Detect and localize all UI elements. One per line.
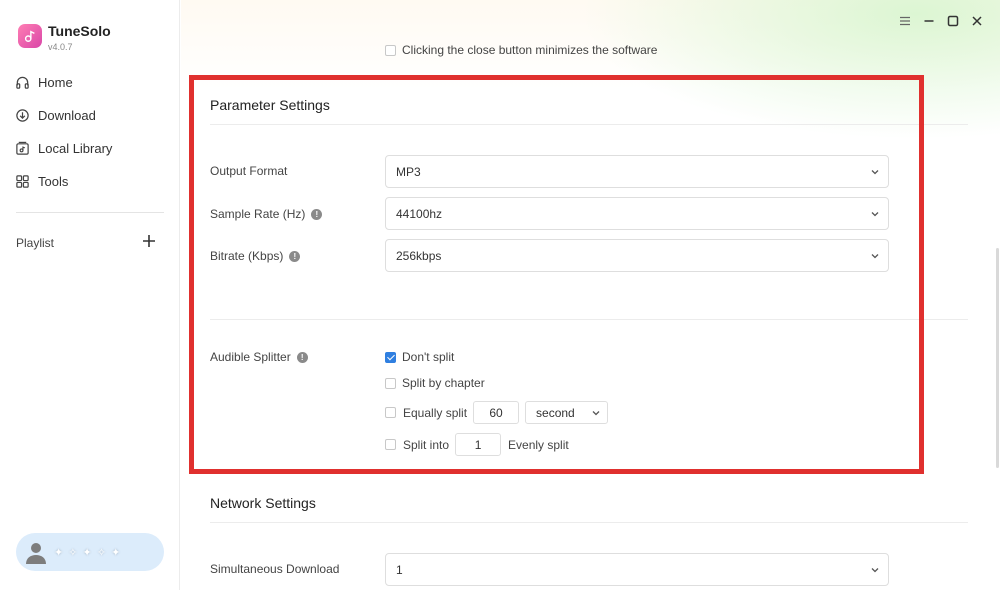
bitrate-label: Bitrate (Kbps) !: [210, 249, 301, 263]
chevron-down-icon: [871, 170, 879, 175]
info-icon[interactable]: !: [296, 351, 308, 363]
library-icon: [16, 141, 29, 155]
user-name: ✦ ✧ ✦ ✧ ✦: [54, 546, 122, 559]
settings-panel: Clicking the close button minimizes the …: [181, 0, 1000, 590]
dont-split-checkbox[interactable]: [385, 351, 396, 363]
minimize-icon[interactable]: [920, 12, 938, 30]
bitrate-select[interactable]: 256kbps: [385, 239, 889, 272]
playlist-heading: Playlist: [16, 236, 55, 250]
split-unit-select[interactable]: second: [525, 401, 609, 424]
section-divider: [210, 522, 968, 523]
close-minimizes-label: Clicking the close button minimizes the …: [402, 43, 658, 57]
app-logo-icon: [18, 24, 42, 48]
sidebar-item-label: Tools: [38, 174, 69, 189]
sidebar-item-label: Local Library: [38, 141, 113, 156]
menu-icon[interactable]: [896, 12, 914, 30]
output-format-value: MP3: [396, 164, 421, 179]
window-controls: [896, 12, 986, 30]
sample-rate-label-text: Sample Rate (Hz): [210, 207, 306, 221]
audible-splitter-label: Audible Splitter !: [210, 350, 308, 364]
sample-rate-value: 44100hz: [396, 206, 443, 221]
chevron-down-icon: [871, 568, 879, 573]
close-icon[interactable]: [968, 12, 986, 30]
info-icon[interactable]: !: [311, 208, 323, 220]
parameter-settings-title: Parameter Settings: [210, 97, 330, 113]
dont-split-option[interactable]: Don't split: [385, 350, 454, 364]
audible-splitter-label-text: Audible Splitter: [210, 350, 291, 364]
bitrate-label-text: Bitrate (Kbps): [210, 249, 284, 263]
info-icon[interactable]: !: [289, 250, 301, 262]
simultaneous-download-select[interactable]: 1: [385, 553, 889, 586]
vertical-scrollbar[interactable]: [996, 248, 999, 468]
evenly-split-label: Evenly split: [508, 437, 569, 452]
sidebar: TuneSolo v4.0.7 Home Download Local Libr…: [0, 0, 180, 590]
maximize-icon[interactable]: [944, 12, 962, 30]
sample-rate-select[interactable]: 44100hz: [385, 197, 889, 230]
section-divider: [210, 319, 968, 320]
add-playlist-plus-icon[interactable]: [141, 233, 157, 249]
split-into-checkbox[interactable]: [385, 439, 396, 450]
output-format-label-text: Output Format: [210, 164, 288, 178]
user-account-button[interactable]: ✦ ✧ ✦ ✧ ✦: [16, 533, 164, 571]
avatar-icon: [26, 543, 46, 564]
dont-split-label: Don't split: [402, 350, 455, 364]
chevron-down-icon: [871, 254, 879, 259]
sidebar-item-tools[interactable]: Tools: [0, 165, 180, 198]
split-by-chapter-checkbox[interactable]: [385, 377, 396, 389]
app-name: TuneSolo: [48, 23, 111, 39]
equally-split-option[interactable]: Equally split 60 second: [385, 401, 609, 424]
chevron-down-icon: [871, 212, 879, 217]
sidebar-divider: [16, 212, 164, 213]
equally-split-label: Equally split: [403, 405, 468, 420]
sidebar-item-home[interactable]: Home: [0, 66, 180, 99]
simultaneous-download-label: Simultaneous Download: [210, 562, 339, 576]
sidebar-item-local-library[interactable]: Local Library: [0, 132, 180, 165]
close-minimizes-option[interactable]: Clicking the close button minimizes the …: [385, 43, 657, 57]
sidebar-item-label: Download: [38, 108, 96, 123]
split-by-chapter-option[interactable]: Split by chapter: [385, 376, 485, 390]
simultaneous-download-label-text: Simultaneous Download: [210, 562, 340, 576]
headphones-icon: [16, 76, 29, 89]
app-version: v4.0.7: [48, 42, 73, 52]
split-by-chapter-label: Split by chapter: [402, 376, 485, 390]
output-format-label: Output Format: [210, 164, 287, 178]
sidebar-item-label: Home: [38, 75, 73, 90]
sidebar-nav: Home Download Local Library Tools: [0, 66, 180, 198]
network-settings-title: Network Settings: [210, 495, 316, 511]
split-into-value-input[interactable]: 1: [455, 433, 502, 456]
output-format-select[interactable]: MP3: [385, 155, 889, 188]
bitrate-value: 256kbps: [396, 248, 442, 263]
equally-split-value-input[interactable]: 60: [473, 401, 520, 424]
download-icon: [16, 109, 29, 122]
split-into-label: Split into: [403, 437, 450, 452]
equally-split-checkbox[interactable]: [385, 407, 396, 418]
tools-grid-icon: [16, 175, 29, 188]
sidebar-item-download[interactable]: Download: [0, 99, 180, 132]
close-minimizes-checkbox[interactable]: [385, 44, 396, 56]
section-divider: [210, 124, 968, 125]
simultaneous-download-value: 1: [396, 562, 403, 577]
split-into-option[interactable]: Split into 1 Evenly split: [385, 433, 569, 456]
sample-rate-label: Sample Rate (Hz) !: [210, 207, 323, 221]
chevron-down-icon: [592, 411, 600, 416]
split-unit-value: second: [536, 405, 575, 420]
